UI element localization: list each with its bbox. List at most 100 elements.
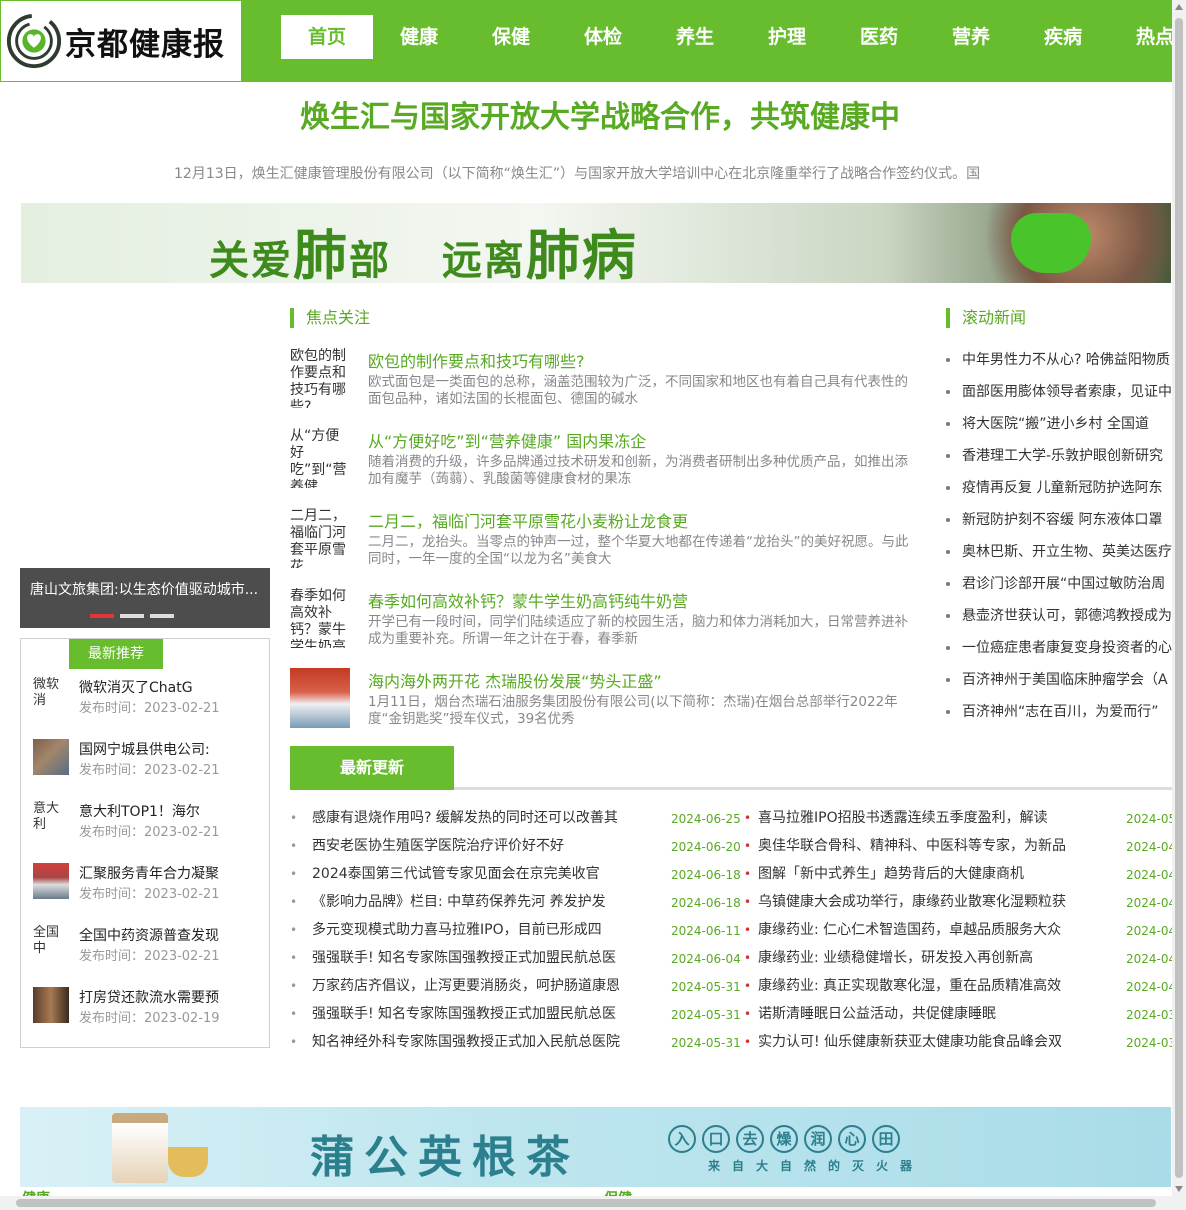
item-thumbnail[interactable]: 全国中 <box>33 925 69 961</box>
item-title[interactable]: 海内海外两开花 杰瑞股份发展“势头正盛” <box>368 668 662 692</box>
news-item[interactable]: 新冠防护刻不容缓 阿东液体口罩 <box>946 510 1172 542</box>
update-title[interactable]: 2024泰国第三代试管专家见面会在京完美收官 <box>312 864 632 884</box>
item-title[interactable]: 全国中药资源普查发现 <box>79 925 259 945</box>
update-title[interactable]: 强强联手! 知名专家陈国强教授正式加盟民航总医 <box>312 1004 632 1024</box>
table-row[interactable]: • 康缘药业: 业绩稳健增长，研发投入再创新高 2024-04- <box>744 948 1172 976</box>
list-item[interactable]: 国网宁城县供电公司: 发布时间：2023-02-21 <box>33 739 263 779</box>
nav-item-health[interactable]: 健康 <box>373 15 465 59</box>
table-row[interactable]: • 康缘药业: 真正实现散寒化湿，重在品质精准高效 2024-04- <box>744 976 1172 1004</box>
list-item[interactable]: 欧包的制作要点和技巧有哪些? 欧包的制作要点和技巧有哪些? 欧式面包是一类面包的… <box>290 348 920 410</box>
dandelion-tea-banner[interactable]: 蒲公英根茶 入 口 去 燥 润 心 田 来自大自然的灭火器 <box>20 1107 1171 1187</box>
list-item[interactable]: 从“方便好吃”到“营养健康”国 从“方便好吃”到“营养健康” 国内果冻企 随着消… <box>290 428 920 490</box>
news-item[interactable]: 奥林巴斯、开立生物、英美达医疗 <box>946 542 1172 574</box>
item-thumbnail[interactable]: 从“方便好吃”到“营养健康”国 <box>290 428 350 488</box>
item-thumbnail[interactable] <box>33 863 69 899</box>
item-thumbnail[interactable]: 微软消 <box>33 677 69 713</box>
update-title[interactable]: 知名神经外科专家陈国强教授正式加入民航总医院 <box>312 1032 632 1052</box>
list-item[interactable]: 汇聚服务青年合力凝聚 发布时间：2023-02-21 <box>33 863 263 903</box>
list-item[interactable]: 二月二，福临门河套平原雪花 二月二，福临门河套平原雪花小麦粉让龙食更 二月二，龙… <box>290 508 920 570</box>
update-title[interactable]: 康缘药业: 业绩稳健增长，研发投入再创新高 <box>758 948 1074 968</box>
item-thumbnail[interactable] <box>290 668 350 728</box>
nav-item-medicine[interactable]: 医药 <box>833 15 925 59</box>
slider-dot[interactable] <box>150 614 174 618</box>
table-row[interactable]: • 《影响力品牌》栏目: 中草药保养先河 养发护发 2024-06-18 <box>290 892 741 920</box>
update-title[interactable]: 《影响力品牌》栏目: 中草药保养先河 养发护发 <box>312 892 632 912</box>
news-item[interactable]: 面部医用膨体领导者索康，见证中 <box>946 382 1172 414</box>
list-item[interactable]: 打房贷还款流水需要预 发布时间：2023-02-19 <box>33 987 263 1027</box>
table-row[interactable]: • 乌镇健康大会成功举行，康缘药业散寒化湿颗粒获 2024-04- <box>744 892 1172 920</box>
news-item[interactable]: 百济神州于美国临床肿瘤学会（A <box>946 670 1172 702</box>
image-slider[interactable]: 唐山文旅集团:以生态价值驱动城市... <box>20 568 270 628</box>
scroll-down-icon[interactable] <box>1175 1186 1183 1192</box>
update-title[interactable]: 感康有退烧作用吗? 缓解发热的同时还可以改善其 <box>312 808 632 828</box>
news-item[interactable]: 一位癌症患者康复变身投资者的心 <box>946 638 1172 670</box>
scroll-up-icon[interactable] <box>1175 4 1183 10</box>
slider-caption[interactable]: 唐山文旅集团:以生态价值驱动城市... <box>30 579 266 599</box>
update-title[interactable]: 图解「新中式养生」趋势背后的大健康商机 <box>758 864 1074 884</box>
item-thumbnail[interactable]: 二月二，福临门河套平原雪花 <box>290 508 350 568</box>
list-item[interactable]: 海内海外两开花 杰瑞股份发展“势头正盛” 1月11日，烟台杰瑞石油服务集团股份有… <box>290 668 920 730</box>
item-thumbnail[interactable] <box>33 739 69 775</box>
item-thumbnail[interactable]: 欧包的制作要点和技巧有哪些? <box>290 348 350 408</box>
table-row[interactable]: • 强强联手! 知名专家陈国强教授正式加盟民航总医 2024-06-04 <box>290 948 741 976</box>
news-item[interactable]: 悬壶济世获认可，郭德鸿教授成为 <box>946 606 1172 638</box>
item-thumbnail[interactable]: 春季如何高效补钙？蒙牛学生奶高 <box>290 588 350 648</box>
nav-item-wellness[interactable]: 养生 <box>649 15 741 59</box>
nav-item-nursing[interactable]: 护理 <box>741 15 833 59</box>
vertical-scrollbar[interactable] <box>1172 0 1186 1196</box>
news-item[interactable]: 将大医院“搬”进小乡村 全国道 <box>946 414 1172 446</box>
list-item[interactable]: 春季如何高效补钙？蒙牛学生奶高 春季如何高效补钙？蒙牛学生奶高钙纯牛奶营 开学已… <box>290 588 920 650</box>
table-row[interactable]: • 感康有退烧作用吗? 缓解发热的同时还可以改善其 2024-06-25 <box>290 808 741 836</box>
update-title[interactable]: 西安老医协生殖医学医院治疗评价好不好 <box>312 836 632 856</box>
tab-latest-updates[interactable]: 最新更新 <box>290 746 454 790</box>
update-title[interactable]: 康缘药业: 真正实现散寒化湿，重在品质精准高效 <box>758 976 1074 996</box>
nav-item-checkup[interactable]: 体检 <box>557 15 649 59</box>
update-title[interactable]: 康缘药业: 仁心仁术智造国药，卓越品质服务大众 <box>758 920 1074 940</box>
list-item[interactable]: 意大利 意大利TOP1！海尔 发布时间：2023-02-21 <box>33 801 263 841</box>
update-title[interactable]: 多元变现模式助力喜马拉雅IPO，目前已形成四 <box>312 920 632 940</box>
item-thumbnail[interactable]: 意大利 <box>33 801 69 837</box>
list-item[interactable]: 微软消 微软消灭了ChatG 发布时间：2023-02-21 <box>33 677 263 717</box>
item-title[interactable]: 微软消灭了ChatG <box>79 677 259 697</box>
item-title[interactable]: 国网宁城县供电公司: <box>79 739 259 759</box>
news-item[interactable]: 君诊门诊部开展“中国过敏防治周 <box>946 574 1172 606</box>
nav-item-home[interactable]: 首页 <box>281 15 373 59</box>
horizontal-scrollbar[interactable] <box>0 1196 1186 1210</box>
update-title[interactable]: 诺斯清睡眠日公益活动，共促健康睡眠 <box>758 1004 1074 1024</box>
table-row[interactable]: • 强强联手! 知名专家陈国强教授正式加盟民航总医 2024-05-31 <box>290 1004 741 1032</box>
news-item[interactable]: 疫情再反复 儿童新冠防护选阿东 <box>946 478 1172 510</box>
table-row[interactable]: • 多元变现模式助力喜马拉雅IPO，目前已形成四 2024-06-11 <box>290 920 741 948</box>
nav-item-disease[interactable]: 疾病 <box>1017 15 1109 59</box>
table-row[interactable]: • 实力认可! 仙乐健康新获亚太健康功能食品峰会双 2024-03- <box>744 1032 1172 1060</box>
update-title[interactable]: 喜马拉雅IPO招股书透露连续五季度盈利，解读 <box>758 808 1074 828</box>
nav-item-care[interactable]: 保健 <box>465 15 557 59</box>
scrollbar-thumb[interactable] <box>1175 18 1183 1178</box>
table-row[interactable]: • 图解「新中式养生」趋势背后的大健康商机 2024-04- <box>744 864 1172 892</box>
item-title[interactable]: 从“方便好吃”到“营养健康” 国内果冻企 <box>368 428 646 452</box>
table-row[interactable]: • 知名神经外科专家陈国强教授正式加入民航总医院 2024-05-31 <box>290 1032 741 1060</box>
update-title[interactable]: 强强联手! 知名专家陈国强教授正式加盟民航总医 <box>312 948 632 968</box>
update-title[interactable]: 实力认可! 仙乐健康新获亚太健康功能食品峰会双 <box>758 1032 1074 1052</box>
table-row[interactable]: • 康缘药业: 仁心仁术智造国药，卓越品质服务大众 2024-04- <box>744 920 1172 948</box>
lung-care-banner[interactable]: 关爱肺部 远离肺病 <box>21 203 1171 283</box>
news-item[interactable]: 百济神州“志在百川，为爱而行” <box>946 702 1172 734</box>
table-row[interactable]: • 诺斯清睡眠日公益活动，共促健康睡眠 2024-03- <box>744 1004 1172 1032</box>
slider-dot[interactable] <box>90 614 114 618</box>
scrollbar-thumb[interactable] <box>16 1199 1156 1207</box>
item-title[interactable]: 二月二，福临门河套平原雪花小麦粉让龙食更 <box>368 508 688 532</box>
news-item[interactable]: 中年男性力不从心? 哈佛益阳物质 <box>946 350 1172 382</box>
news-item[interactable]: 香港理工大学-乐敦护眼创新研究 <box>946 446 1172 478</box>
item-title[interactable]: 春季如何高效补钙？蒙牛学生奶高钙纯牛奶营 <box>368 588 688 612</box>
site-logo[interactable]: 京都健康报 <box>0 0 242 82</box>
list-item[interactable]: 全国中 全国中药资源普查发现 发布时间：2023-02-21 <box>33 925 263 965</box>
table-row[interactable]: • 西安老医协生殖医学医院治疗评价好不好 2024-06-20 <box>290 836 741 864</box>
item-title[interactable]: 打房贷还款流水需要预 <box>79 987 259 1007</box>
item-thumbnail[interactable] <box>33 987 69 1023</box>
table-row[interactable]: • 喜马拉雅IPO招股书透露连续五季度盈利，解读 2024-05- <box>744 808 1172 836</box>
item-title[interactable]: 汇聚服务青年合力凝聚 <box>79 863 259 883</box>
slider-dot[interactable] <box>120 614 144 618</box>
headline-title[interactable]: 焕生汇与国家开放大学战略合作，共筑健康中 <box>0 92 1186 136</box>
item-title[interactable]: 欧包的制作要点和技巧有哪些? <box>368 348 585 372</box>
table-row[interactable]: • 奥佳华联合骨科、精神科、中医科等专家，为新品 2024-04- <box>744 836 1172 864</box>
nav-item-nutrition[interactable]: 营养 <box>925 15 1017 59</box>
